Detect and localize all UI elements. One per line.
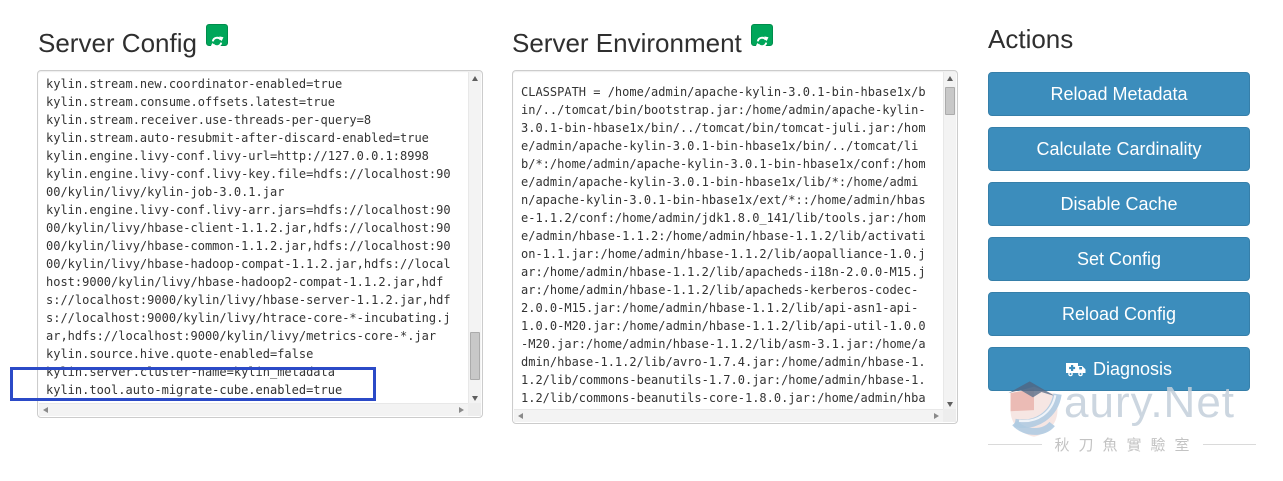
divider-line: [1203, 444, 1257, 445]
scroll-left-icon[interactable]: [514, 410, 527, 423]
button-label: Calculate Cardinality: [1036, 139, 1201, 159]
divider-line: [988, 444, 1042, 445]
kylin-admin-page: Server Config kylin.stream.new.coordinat…: [0, 0, 1283, 481]
scroll-right-icon[interactable]: [930, 410, 943, 423]
vertical-scrollbar[interactable]: [468, 72, 481, 405]
button-label: Diagnosis: [1093, 359, 1172, 379]
scroll-up-icon[interactable]: [469, 72, 482, 85]
reload-metadata-button[interactable]: Reload Metadata: [988, 72, 1250, 116]
actions-heading: Actions: [988, 24, 1073, 55]
scroll-right-icon[interactable]: [455, 404, 468, 417]
scrollbar-corner: [943, 409, 956, 422]
watermark-subtitle-row: 秋刀魚實驗室: [988, 434, 1256, 455]
button-label: Set Config: [1077, 249, 1161, 269]
set-config-button[interactable]: Set Config: [988, 237, 1250, 281]
server-environment-heading: Server Environment: [512, 24, 773, 59]
scroll-left-icon[interactable]: [39, 404, 52, 417]
watermark-subtitle: 秋刀魚實驗室: [1042, 434, 1203, 455]
scrollbar-corner: [468, 403, 481, 416]
scroll-up-icon[interactable]: [944, 72, 957, 85]
scrollbar-thumb[interactable]: [470, 332, 480, 380]
horizontal-scrollbar[interactable]: [39, 403, 468, 416]
server-environment-title: Server Environment: [512, 28, 742, 58]
actions-title: Actions: [988, 24, 1073, 54]
button-label: Reload Metadata: [1050, 84, 1187, 104]
ambulance-icon: [1066, 350, 1086, 392]
scrollbar-thumb[interactable]: [945, 87, 955, 115]
server-environment-textarea[interactable]: CLASSPATH = /home/admin/apache-kylin-3.0…: [512, 70, 958, 424]
reload-config-button[interactable]: Reload Config: [988, 292, 1250, 336]
server-config-textarea[interactable]: kylin.stream.new.coordinator-enabled=tru…: [37, 70, 483, 418]
disable-cache-button[interactable]: Disable Cache: [988, 182, 1250, 226]
refresh-icon[interactable]: [206, 24, 228, 46]
server-config-heading: Server Config: [38, 24, 228, 59]
refresh-icon[interactable]: [751, 24, 773, 46]
button-label: Reload Config: [1062, 304, 1176, 324]
diagnosis-button[interactable]: Diagnosis: [988, 347, 1250, 391]
server-environment-content[interactable]: CLASSPATH = /home/admin/apache-kylin-3.0…: [513, 71, 943, 409]
server-config-content[interactable]: kylin.stream.new.coordinator-enabled=tru…: [38, 71, 468, 403]
horizontal-scrollbar[interactable]: [514, 409, 943, 422]
server-config-title: Server Config: [38, 28, 197, 58]
vertical-scrollbar[interactable]: [943, 72, 956, 411]
calculate-cardinality-button[interactable]: Calculate Cardinality: [988, 127, 1250, 171]
button-label: Disable Cache: [1060, 194, 1177, 214]
